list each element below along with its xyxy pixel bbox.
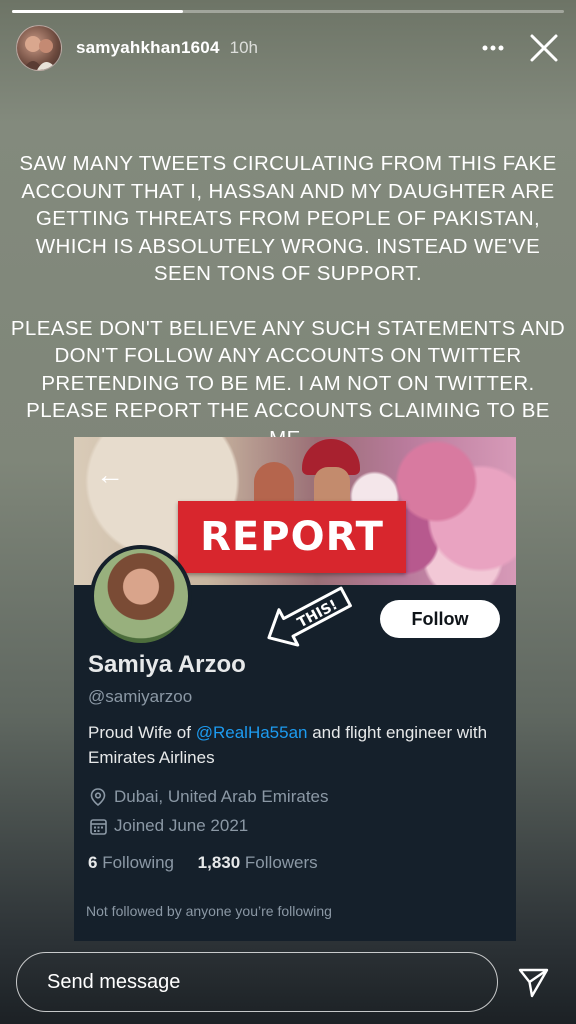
avatar[interactable]	[16, 25, 62, 71]
story-message: Saw many tweets circulating from this fa…	[10, 150, 566, 479]
joined-text: Joined June 2021	[114, 816, 249, 835]
followers-label: Followers	[244, 853, 318, 872]
send-message-input[interactable]: Send message	[16, 952, 498, 1012]
close-icon[interactable]	[528, 32, 560, 64]
profile-picture	[90, 545, 192, 647]
story-footer: Send message	[16, 952, 560, 1012]
bio-prefix: Proud Wife of	[88, 723, 196, 742]
story-timestamp: 10h	[229, 38, 258, 57]
more-icon[interactable]	[478, 33, 508, 63]
report-label: REPORT	[178, 501, 406, 573]
bio-mention: @RealHa55an	[195, 723, 308, 742]
not-followed-note: Not followed by anyone you’re following	[86, 903, 332, 919]
back-arrow-icon: ←	[96, 459, 124, 490]
send-icon[interactable]	[516, 965, 550, 999]
story-username[interactable]: samyahkhan1604	[76, 38, 220, 58]
profile-bio: Proud Wife of @RealHa55an and flight eng…	[88, 720, 502, 770]
followers-count: 1,830	[197, 853, 241, 872]
profile-joined: Joined June 2021	[88, 816, 248, 836]
following-label: Following	[102, 853, 175, 872]
message-paragraph-2: Please don't believe any such statements…	[10, 316, 566, 450]
message-paragraph-1: Saw many tweets circulating from this fa…	[19, 152, 557, 285]
location-pin-icon	[88, 787, 108, 807]
follow-button: Follow	[380, 600, 500, 638]
report-text: REPORT	[200, 514, 384, 560]
story-progress-fill	[12, 10, 184, 13]
story-progress-bar	[12, 10, 564, 13]
twitter-profile-screenshot: ← REPORT THIS! Follow Samiya Arzoo @sami…	[74, 437, 516, 941]
calendar-icon	[88, 816, 108, 836]
profile-name: Samiya Arzoo	[88, 651, 246, 678]
location-text: Dubai, United Arab Emirates	[114, 787, 329, 806]
profile-counts: 6 Following 1,830 Followers	[88, 853, 318, 873]
profile-location: Dubai, United Arab Emirates	[88, 787, 329, 807]
story-header: samyahkhan1604 10h	[16, 24, 560, 72]
following-count: 6	[88, 853, 98, 872]
profile-handle: @samiyarzoo	[88, 687, 193, 706]
this-arrow-annotation: THIS!	[267, 586, 352, 647]
